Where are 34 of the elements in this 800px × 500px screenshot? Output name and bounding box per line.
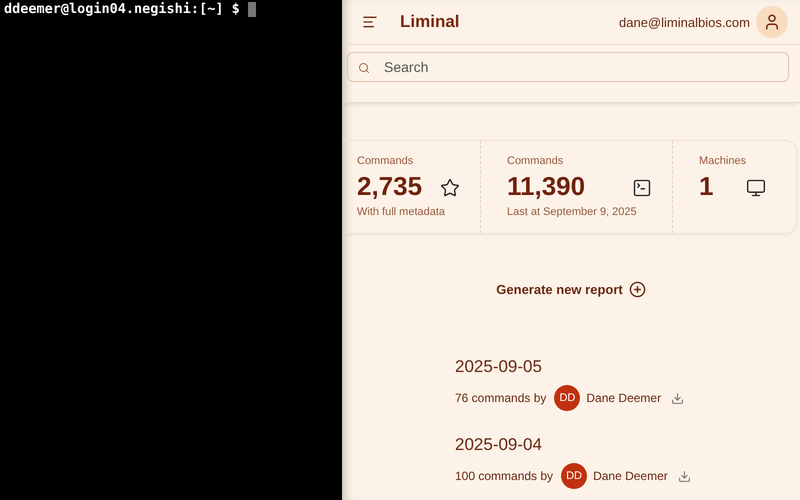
menu-icon[interactable] xyxy=(362,14,378,30)
stat-caption: Last at September 9, 2025 xyxy=(507,206,638,218)
generate-report-button[interactable]: Generate new report xyxy=(490,280,652,299)
report-summary: 76 commands by xyxy=(455,391,546,405)
download-icon xyxy=(671,392,684,404)
author-avatar: DD xyxy=(561,463,588,489)
author-avatar: DD xyxy=(554,385,580,411)
stat-value: 11,390 xyxy=(507,171,586,202)
user-icon xyxy=(763,13,781,31)
cursor xyxy=(248,2,256,16)
download-button[interactable] xyxy=(671,392,684,404)
star-icon xyxy=(440,178,460,198)
download-button[interactable] xyxy=(678,470,691,482)
app-title: Liminal xyxy=(400,12,460,32)
stat-value: 1 xyxy=(699,171,714,202)
report-date: 2025-09-05 xyxy=(455,357,543,377)
monitor-icon xyxy=(746,178,766,198)
search-field[interactable]: Search xyxy=(347,52,789,82)
terminal-prompt: ddeemer@login04.negishi:[~] $ xyxy=(4,1,240,17)
user-avatar[interactable] xyxy=(756,6,788,38)
terminal-icon xyxy=(632,178,652,198)
search-icon xyxy=(358,62,370,74)
author-name: Dane Deemer xyxy=(586,391,662,405)
stat-value: 2,735 xyxy=(357,171,422,202)
stat-label: Commands xyxy=(507,155,564,167)
stat-caption: With full metadata xyxy=(357,206,446,218)
stat-label: Machines xyxy=(699,155,748,167)
plus-icon xyxy=(628,281,646,298)
author-name: Dane Deemer xyxy=(593,469,668,483)
report-date: 2025-09-04 xyxy=(455,435,543,455)
report-summary: 100 commands by xyxy=(455,469,554,483)
stat-label: Commands xyxy=(357,155,414,167)
download-icon xyxy=(678,470,691,482)
user-email: dane@liminalbios.com xyxy=(619,14,750,30)
